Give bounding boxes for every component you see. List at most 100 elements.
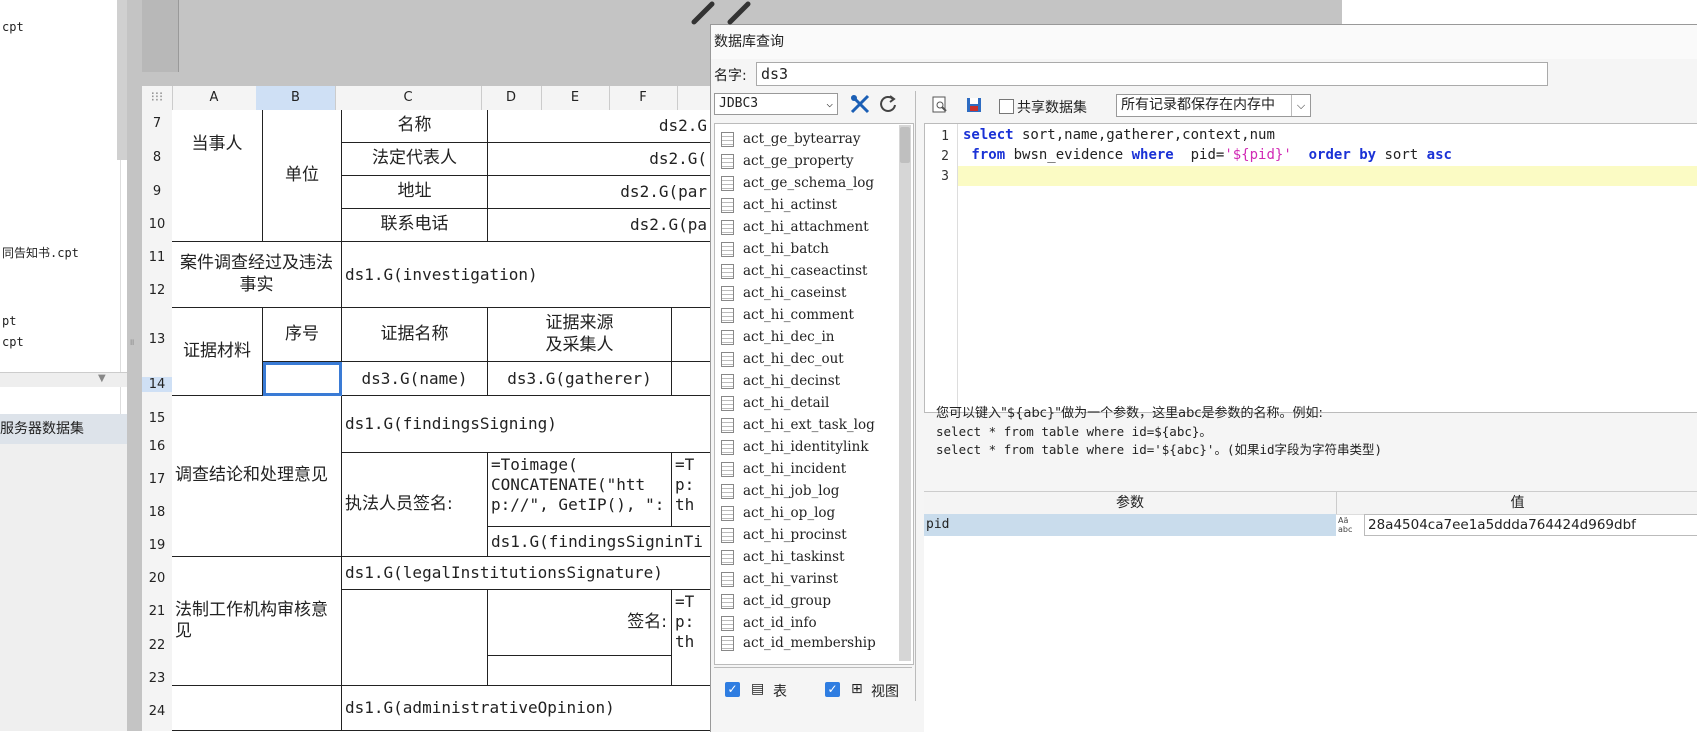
- cell-empty[interactable]: [672, 362, 712, 396]
- row-header[interactable]: 7: [142, 116, 172, 131]
- list-item[interactable]: act_ge_schema_log: [721, 172, 874, 194]
- row-header[interactable]: 17: [142, 472, 172, 487]
- column-header-f[interactable]: F: [609, 86, 678, 110]
- list-item[interactable]: act_hi_actinst: [721, 194, 837, 216]
- list-item[interactable]: act_hi_caseactinst: [721, 260, 867, 282]
- list-item[interactable]: act_hi_op_log: [721, 502, 835, 524]
- list-item[interactable]: act_ge_property: [721, 150, 854, 172]
- list-item[interactable]: act_hi_identitylink: [721, 436, 869, 458]
- column-header-e[interactable]: E: [541, 86, 610, 110]
- list-item[interactable]: act_hi_taskinst: [721, 546, 845, 568]
- cell-legal-signature[interactable]: ds1.G(legalInstitutionsSignature): [342, 557, 712, 590]
- param-value-input[interactable]: 28a4504ca7ee1a5ddda764424d969dbf: [1364, 514, 1697, 536]
- panel-splitter[interactable]: ▼: [0, 372, 128, 387]
- cell-empty[interactable]: [342, 590, 488, 686]
- param-name-cell[interactable]: pid: [924, 514, 1336, 536]
- table-list-scrollbar[interactable]: [899, 125, 911, 661]
- cell-evidence-label[interactable]: 证据材料: [172, 308, 263, 396]
- list-item[interactable]: act_hi_dec_out: [721, 348, 844, 370]
- column-header-a[interactable]: A: [172, 86, 257, 110]
- row-header[interactable]: 12: [142, 283, 172, 298]
- cell-officer-signature-label[interactable]: 执法人员签名:: [342, 453, 488, 557]
- drag-handle-icon[interactable]: ॥: [129, 335, 134, 348]
- row-header[interactable]: 11: [142, 250, 172, 265]
- row-header[interactable]: 20: [142, 571, 172, 586]
- table-row[interactable]: pid Aä abc 28a4504ca7ee1a5ddda764424d969d…: [924, 514, 1697, 536]
- list-item[interactable]: act_hi_job_log: [721, 480, 839, 502]
- row-header[interactable]: 16: [142, 439, 172, 454]
- column-header-b[interactable]: B: [256, 86, 336, 110]
- cell-findings-signing[interactable]: ds1.G(findingsSigning): [342, 396, 712, 453]
- row-header[interactable]: 24: [142, 704, 172, 719]
- list-item[interactable]: act_hi_caseinst: [721, 282, 846, 304]
- show-views-checkbox[interactable]: ✓: [825, 682, 840, 697]
- cell-ds3-gatherer[interactable]: ds3.G(gatherer): [488, 362, 672, 396]
- cell-sign-label[interactable]: 签名:: [488, 590, 672, 656]
- column-header-param[interactable]: 参数: [924, 492, 1337, 514]
- list-item[interactable]: act_id_info: [721, 612, 817, 634]
- link-pencil-icon[interactable]: [690, 0, 786, 26]
- cell-findings-signing-time[interactable]: ds1.G(findingsSigninTi: [488, 527, 712, 557]
- cell-b14-selected[interactable]: [263, 362, 342, 396]
- pane-divider[interactable]: [915, 91, 916, 701]
- row-header[interactable]: 22: [142, 638, 172, 653]
- collapse-arrow-icon[interactable]: ▼: [98, 373, 106, 384]
- memory-option-select[interactable]: 所有记录都保存在内存中 ⌵: [1116, 94, 1311, 117]
- dataset-name-input[interactable]: ds3: [756, 62, 1548, 86]
- report-sheet[interactable]: 当事人 单位 名称 ds2.G 法定代表人 ds2.G( 地址 ds2.G(pa…: [172, 110, 712, 731]
- row-header[interactable]: 14: [142, 377, 172, 392]
- cell-admin-opinion[interactable]: ds1.G(administrativeOpinion): [342, 686, 712, 731]
- list-item[interactable]: act_id_membership: [721, 634, 876, 652]
- list-item[interactable]: act_hi_varinst: [721, 568, 838, 590]
- list-item[interactable]: act_id_group: [721, 590, 831, 612]
- cell-phone-label[interactable]: 联系电话: [342, 209, 488, 242]
- cell-unit-label[interactable]: 单位: [263, 110, 342, 242]
- cell-ds2-legal[interactable]: ds2.G(: [488, 143, 712, 176]
- list-item[interactable]: act_hi_detail: [721, 392, 829, 414]
- list-item[interactable]: act_hi_batch: [721, 238, 829, 260]
- cell-empty[interactable]: [488, 656, 672, 686]
- table-list[interactable]: act_ge_bytearray act_ge_property act_ge_…: [714, 123, 914, 665]
- abc-type-icon[interactable]: Aä abc: [1338, 516, 1360, 536]
- cell-ds2-address[interactable]: ds2.G(par: [488, 176, 712, 209]
- refresh-button[interactable]: [875, 92, 901, 116]
- preview-button[interactable]: [927, 93, 953, 117]
- row-header[interactable]: 15: [142, 411, 172, 426]
- cell-ds3-name[interactable]: ds3.G(name): [342, 362, 488, 396]
- cell-address-label[interactable]: 地址: [342, 176, 488, 209]
- row-header[interactable]: 23: [142, 671, 172, 686]
- server-dataset-header[interactable]: 服务器数据集: [0, 414, 128, 444]
- show-tables-checkbox[interactable]: ✓: [725, 682, 740, 697]
- edit-connection-button[interactable]: [847, 92, 873, 116]
- share-dataset-checkbox[interactable]: [999, 99, 1014, 114]
- file-item[interactable]: cpt: [2, 20, 114, 34]
- list-item[interactable]: act_hi_incident: [721, 458, 846, 480]
- cell-legal-label[interactable]: 法制工作机构审核意见: [172, 557, 342, 686]
- cell-ds2-phone[interactable]: ds2.G(pa: [488, 209, 712, 242]
- row-header[interactable]: 21: [142, 604, 172, 619]
- sql-line-2[interactable]: from bwsn_evidence where pid='${pid}' or…: [963, 147, 1452, 163]
- row-header[interactable]: 13: [142, 332, 172, 347]
- select-all-icon[interactable]: ⁝⁝⁝: [142, 86, 173, 110]
- file-item[interactable]: 同告知书.cpt: [2, 244, 114, 261]
- row-header[interactable]: 19: [142, 538, 172, 553]
- cell-party-label[interactable]: 当事人: [172, 110, 263, 242]
- sql-line-1[interactable]: select sort,name,gatherer,context,num: [963, 127, 1275, 143]
- cell-empty[interactable]: [172, 686, 342, 731]
- cell-name-label[interactable]: 名称: [342, 110, 488, 143]
- cell-evidence-source-label[interactable]: 证据来源 及采集人: [488, 308, 672, 362]
- cell-toimage-formula[interactable]: =Toimage( CONCATENATE("htt p://", GetIP(…: [488, 453, 672, 527]
- cell-conclusion-label[interactable]: 调查结论和处理意见: [172, 396, 342, 557]
- list-item[interactable]: act_hi_dec_in: [721, 326, 835, 348]
- cell-investigation-value[interactable]: ds1.G(investigation): [342, 242, 712, 308]
- cell-legal-rep-label[interactable]: 法定代表人: [342, 143, 488, 176]
- connection-select[interactable]: JDBC3 ⌵: [714, 93, 838, 115]
- list-item[interactable]: act_ge_bytearray: [721, 128, 860, 150]
- file-tree-scrollbar[interactable]: [117, 0, 127, 160]
- cell-toimage-short-2[interactable]: =T p: th: [672, 590, 712, 686]
- list-item[interactable]: act_hi_comment: [721, 304, 854, 326]
- row-header[interactable]: 8: [142, 150, 172, 165]
- cell-ds2-name[interactable]: ds2.G: [488, 110, 712, 143]
- cell-empty[interactable]: [672, 308, 712, 362]
- save-sql-button[interactable]: [961, 93, 987, 117]
